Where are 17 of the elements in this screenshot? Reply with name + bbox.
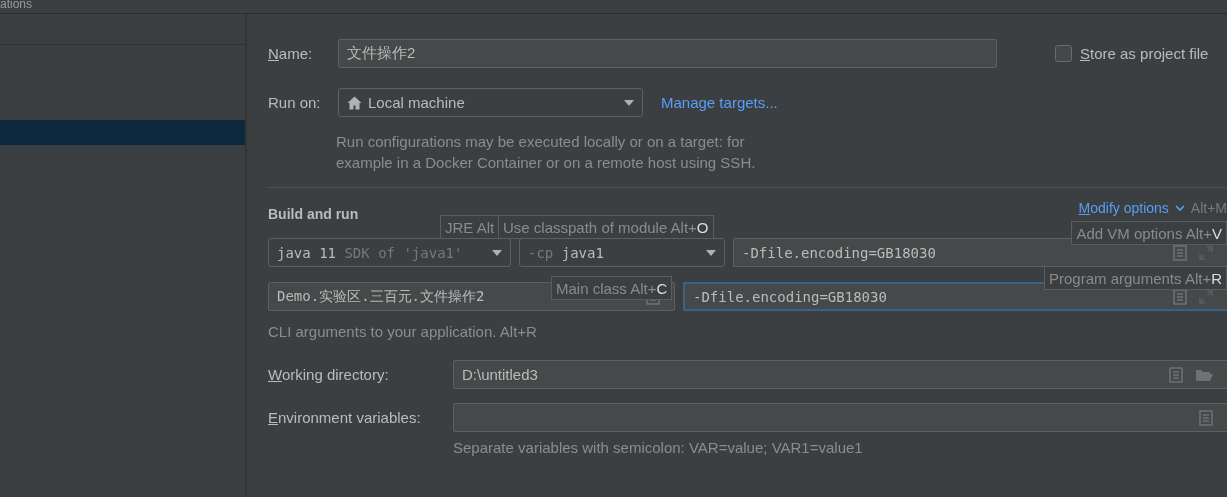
section-title: Build and run	[268, 206, 359, 222]
store-label: Store as project file	[1080, 44, 1209, 62]
window-title: ations	[0, 0, 33, 11]
name-label: Name:	[268, 44, 314, 62]
hint-text: Separate variables with semicolon: VAR=value; VAR1=value1	[453, 439, 863, 456]
shortcut-tooltip: Use classpath of module Alt+O	[498, 215, 714, 239]
shortcut-text: Alt+M	[1190, 200, 1227, 216]
run-on-label: Run on:	[268, 94, 322, 111]
hint-text: CLI arguments to your application. Alt+R	[268, 323, 537, 340]
working-directory-label: Working directory:	[268, 366, 390, 383]
shortcut-tooltip: JRE Alt	[440, 215, 500, 239]
description-text: Run configurations may be executed locally or on a target: for	[336, 132, 745, 152]
shortcut-tooltip: Program arguments Alt+R	[1044, 266, 1227, 290]
environment-variables-label: Environment variables:	[268, 409, 422, 426]
shortcut-tooltip: Add VM options Alt+V	[1071, 221, 1227, 245]
description-text: example in a Docker Container or on a remote host using SSH.	[336, 153, 756, 173]
shortcut-tooltip: Main class Alt+C	[551, 276, 673, 300]
